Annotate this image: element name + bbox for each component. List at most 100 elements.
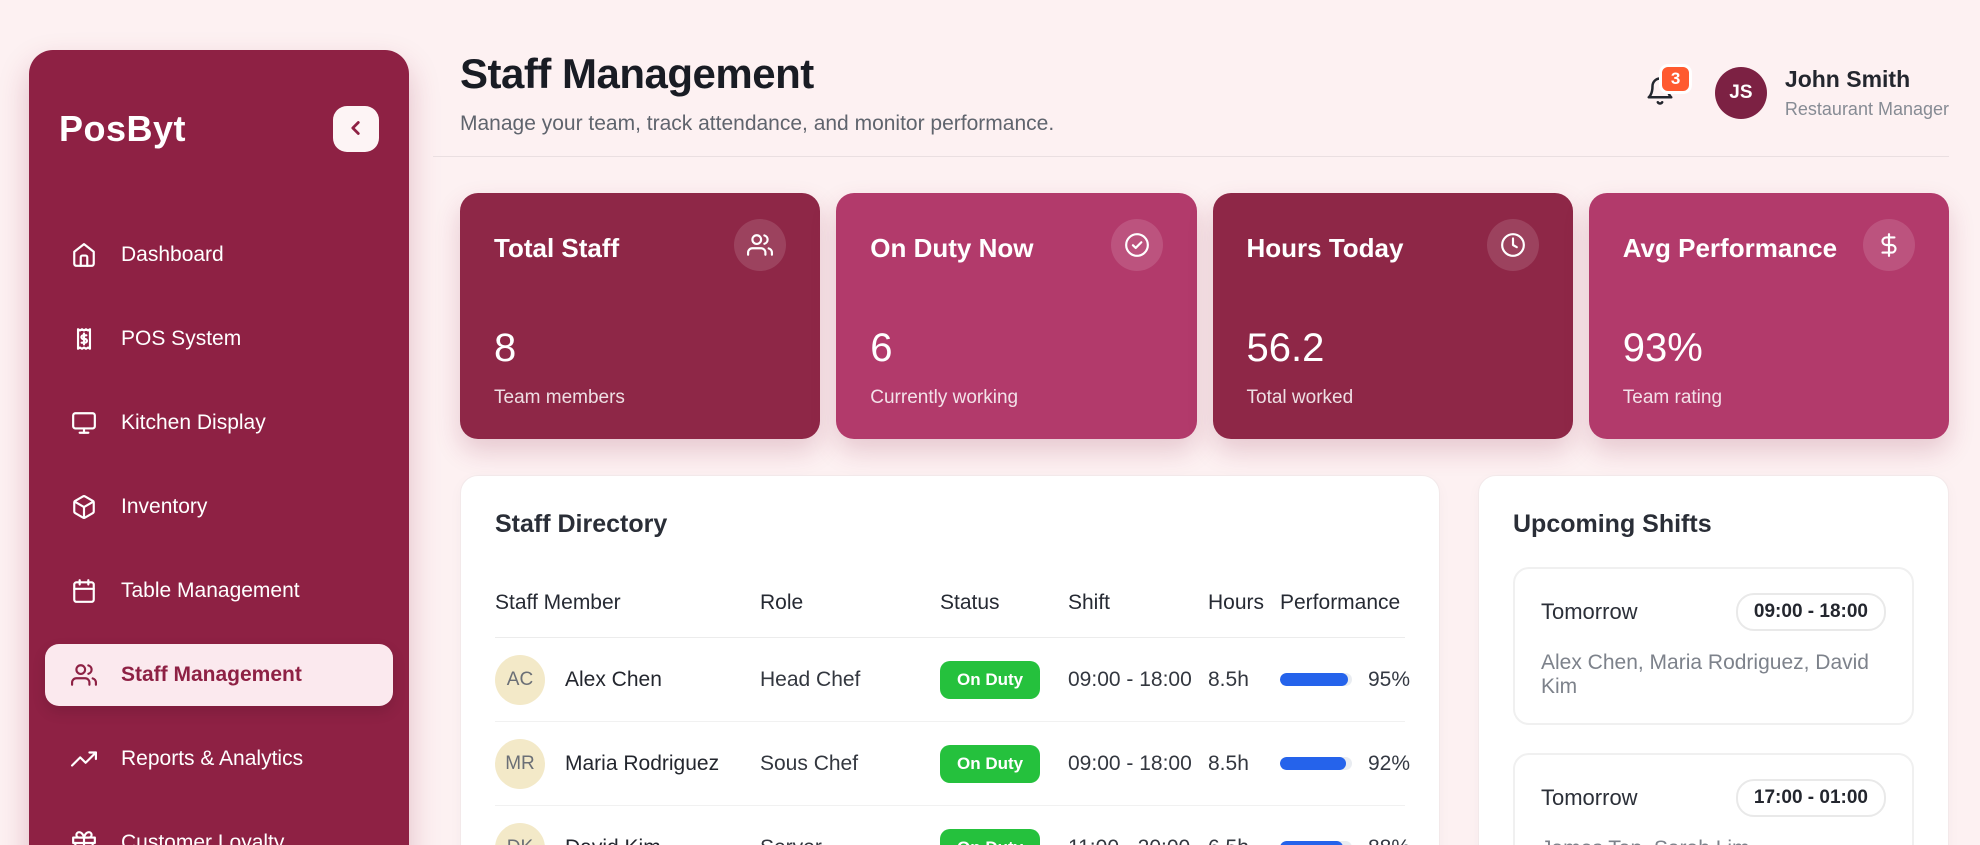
users-icon [734, 219, 787, 271]
sidebar-item-label: Customer Loyalty [121, 831, 285, 845]
sidebar-collapse-button[interactable] [333, 106, 379, 152]
sidebar-item-label: POS System [121, 327, 242, 350]
clock-icon [1486, 219, 1539, 271]
trending-up-icon [71, 746, 97, 772]
stat-title: Avg Performance [1622, 233, 1838, 263]
bell-icon [1645, 77, 1675, 110]
check-circle-icon [1110, 219, 1163, 271]
column-header: Status [940, 591, 1000, 614]
shift-card: Tomorrow 17:00 - 01:00 James Tan, Sarah … [1513, 753, 1914, 845]
sidebar-header: PosByt [45, 106, 393, 152]
sidebar-item-reports-analytics[interactable]: Reports & Analytics [45, 728, 393, 790]
chevron-left-icon [345, 117, 367, 142]
column-header: Staff Member [495, 591, 621, 614]
gift-icon [71, 830, 97, 845]
stat-cards: Total Staff 8 Team members On Duty Now 6… [460, 193, 1949, 439]
staff-shift: 09:00 - 18:00 [1068, 751, 1192, 775]
performance-label: 92% [1368, 751, 1411, 775]
stat-value: 93% [1622, 326, 1703, 370]
upcoming-shifts-title: Upcoming Shifts [1513, 510, 1712, 538]
stat-title: Total Staff [494, 233, 620, 263]
calendar-icon [71, 578, 97, 604]
stat-value: 6 [870, 326, 893, 370]
shift-time-chip: 09:00 - 18:00 [1735, 593, 1886, 631]
performance-bar-fill [1280, 841, 1344, 845]
sidebar-item-label: Table Management [121, 579, 300, 602]
stat-card-total-staff: Total Staff 8 Team members [460, 193, 821, 439]
status-badge: On Duty [940, 828, 1041, 845]
staff-table: Staff Member Role Status Shift Hours Per… [495, 591, 1410, 845]
stat-title: On Duty Now [870, 233, 1034, 263]
stat-value: 56.2 [1246, 326, 1325, 370]
sidebar-nav: Dashboard POS System Kitchen Display Inv… [45, 224, 393, 845]
performance-bar [1280, 673, 1352, 686]
stat-card-avg-performance: Avg Performance 93% Team rating [1588, 193, 1949, 439]
sidebar-item-kitchen-display[interactable]: Kitchen Display [45, 392, 393, 454]
sidebar: PosByt Dashboard POS System Kitchen Disp… [29, 50, 409, 845]
staff-directory-panel: Staff Directory Staff Member Role Status… [460, 475, 1440, 845]
sidebar-item-label: Staff Management [121, 663, 302, 686]
notification-badge: 3 [1658, 64, 1693, 94]
table-row: AC Alex Chen Head Chef On Duty 09:00 - 1… [495, 638, 1410, 722]
staff-name: Alex Chen [565, 667, 662, 691]
user-menu[interactable]: JS John Smith Restaurant Manager [1714, 66, 1949, 120]
stat-value: 8 [494, 326, 517, 370]
shift-time-chip: 17:00 - 01:00 [1735, 779, 1886, 817]
sidebar-item-label: Reports & Analytics [121, 747, 304, 770]
sidebar-item-staff-management[interactable]: Staff Management [45, 644, 393, 706]
sidebar-item-label: Kitchen Display [121, 411, 266, 434]
staff-shift: 09:00 - 18:00 [1068, 667, 1192, 691]
sidebar-item-table-management[interactable]: Table Management [45, 560, 393, 622]
sidebar-item-dashboard[interactable]: Dashboard [45, 224, 393, 286]
monitor-icon [71, 410, 97, 436]
staff-role: Head Chef [760, 667, 861, 691]
table-row: MR Maria Rodriguez Sous Chef On Duty 09:… [495, 722, 1410, 806]
package-icon [71, 494, 97, 520]
staff-table-header: Staff Member Role Status Shift Hours Per… [495, 591, 1405, 638]
performance-label: 88% [1368, 836, 1410, 845]
shift-day: Tomorrow [1541, 785, 1638, 810]
page-header: Staff Management Manage your team, track… [460, 50, 1949, 136]
staff-directory-title: Staff Directory [495, 510, 668, 538]
receipt-icon [71, 326, 97, 352]
shift-day: Tomorrow [1541, 599, 1638, 624]
staff-avatar: MR [495, 738, 545, 789]
performance-bar [1280, 757, 1352, 770]
stat-card-on-duty: On Duty Now 6 Currently working [836, 193, 1197, 439]
staff-hours: 6.5h [1208, 836, 1280, 845]
shift-card: Tomorrow 09:00 - 18:00 Alex Chen, Maria … [1513, 567, 1914, 725]
sidebar-item-inventory[interactable]: Inventory [45, 476, 393, 538]
notifications-button[interactable]: 3 [1645, 64, 1693, 110]
table-row: DK David Kim Server On Duty 11:00 - 20:0… [495, 806, 1410, 845]
stat-card-hours-today: Hours Today 56.2 Total worked [1212, 193, 1573, 439]
content-row: Staff Directory Staff Member Role Status… [460, 475, 1949, 845]
column-header: Performance [1280, 591, 1401, 614]
sidebar-item-customer-loyalty[interactable]: Customer Loyalty [45, 812, 393, 845]
stat-sublabel: Team rating [1622, 387, 1723, 408]
status-badge: On Duty [940, 744, 1041, 783]
performance-bar [1280, 841, 1352, 845]
status-badge: On Duty [940, 660, 1041, 699]
shift-names: James Tan, Sarah Lim [1541, 837, 1886, 845]
dollar-icon [1863, 219, 1915, 271]
avatar: JS [1714, 67, 1767, 119]
staff-name: Maria Rodriguez [565, 751, 720, 775]
stat-title: Hours Today [1246, 233, 1404, 263]
sidebar-item-label: Inventory [121, 495, 208, 518]
staff-avatar: DK [495, 822, 545, 845]
user-role: Restaurant Manager [1784, 99, 1949, 119]
staff-management-app: PosByt Dashboard POS System Kitchen Disp… [0, 0, 1980, 845]
app-logo: PosByt [59, 108, 187, 149]
users-icon [71, 662, 97, 688]
staff-hours: 8.5h [1208, 667, 1249, 691]
stat-sublabel: Team members [494, 387, 625, 408]
staff-name: David Kim [565, 836, 661, 845]
user-name: John Smith [1784, 66, 1911, 92]
home-icon [71, 242, 97, 268]
column-header: Hours [1208, 591, 1265, 614]
main-content: Staff Management Manage your team, track… [433, 0, 1949, 845]
staff-avatar: AC [495, 654, 545, 705]
staff-shift: 11:00 - 20:00 [1068, 836, 1208, 845]
sidebar-item-pos-system[interactable]: POS System [45, 308, 393, 370]
page-title: Staff Management [460, 50, 814, 97]
